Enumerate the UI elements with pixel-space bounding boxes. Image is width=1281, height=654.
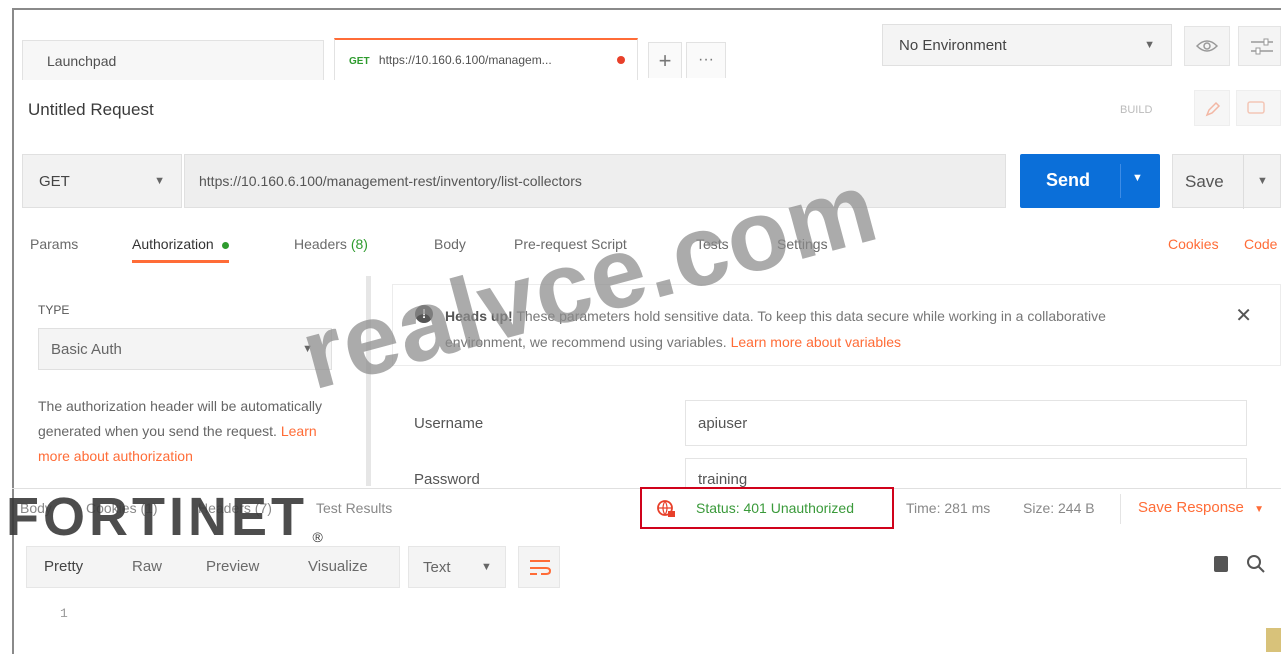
- status-text: Status: 401 Unauthorized: [696, 500, 854, 516]
- chevron-down-icon[interactable]: ▼: [1132, 172, 1143, 184]
- registered-mark: ®: [312, 529, 323, 545]
- environment-select[interactable]: No Environment ▼: [882, 24, 1172, 66]
- method-select[interactable]: GET ▼: [22, 154, 182, 208]
- globe-lock-icon: [657, 500, 675, 517]
- code-link[interactable]: Code: [1244, 236, 1277, 252]
- tab-headers-label: Headers: [294, 236, 347, 252]
- tab-method: GET: [349, 56, 370, 67]
- tab-launchpad-label: Launchpad: [47, 53, 117, 69]
- copy-icon[interactable]: [1214, 556, 1228, 572]
- environment-label: No Environment: [899, 37, 1007, 54]
- format-value: Text: [423, 559, 451, 576]
- auth-type-label: TYPE: [38, 303, 70, 317]
- plus-icon: +: [658, 48, 672, 73]
- username-label: Username: [414, 415, 484, 432]
- tab-headers[interactable]: Headers (8): [294, 236, 368, 252]
- new-tab-button[interactable]: +: [648, 42, 682, 78]
- tab-body[interactable]: Body: [434, 236, 466, 252]
- url-value: https://10.160.6.100/management-rest/inv…: [199, 173, 582, 189]
- environment-quick-look-button[interactable]: [1184, 26, 1230, 66]
- response-divider-vertical: [1120, 494, 1121, 524]
- response-size: Size: 244 B: [1023, 500, 1095, 516]
- request-title[interactable]: Untitled Request: [28, 100, 154, 120]
- view-raw-button[interactable]: Raw: [132, 546, 162, 588]
- pencil-icon: [1205, 101, 1221, 117]
- edit-button[interactable]: [1194, 90, 1230, 126]
- send-dropdown-divider: [1120, 164, 1121, 198]
- build-mode-label[interactable]: BUILD: [1120, 104, 1152, 116]
- tab-url: https://10.160.6.100/managem...: [378, 53, 552, 67]
- chevron-down-icon: ▼: [1144, 39, 1155, 51]
- send-button[interactable]: Send ▼: [1020, 154, 1160, 208]
- brand-logo-text: FORTINET: [6, 487, 308, 547]
- wrap-lines-button[interactable]: [518, 546, 560, 588]
- save-divider: [1243, 155, 1244, 209]
- save-response-label: Save Response: [1138, 499, 1244, 516]
- active-dot-icon: [221, 241, 229, 249]
- view-visualize-button[interactable]: Visualize: [308, 546, 368, 588]
- comment-icon: [1247, 101, 1265, 114]
- save-label: Save: [1185, 172, 1224, 191]
- wrap-lines-icon: [530, 560, 551, 575]
- cookies-link[interactable]: Cookies: [1168, 236, 1219, 252]
- view-preview-button[interactable]: Preview: [206, 546, 259, 588]
- tab-launchpad[interactable]: Launchpad: [22, 40, 324, 80]
- chevron-down-icon: ▼: [481, 561, 492, 573]
- chevron-down-icon[interactable]: ▼: [1257, 175, 1268, 187]
- save-response-button[interactable]: Save Response ▼: [1138, 499, 1264, 516]
- settings-sliders-button[interactable]: [1238, 26, 1281, 66]
- view-pretty-button[interactable]: Pretty: [44, 546, 83, 588]
- auth-type-select[interactable]: Basic Auth ▼: [38, 328, 332, 370]
- line-number: 1: [60, 606, 68, 621]
- unsaved-dot-icon: [617, 56, 625, 64]
- search-icon[interactable]: [1246, 554, 1266, 574]
- close-icon[interactable]: ✕: [1235, 303, 1252, 328]
- chevron-down-icon: ▼: [154, 175, 165, 187]
- password-label: Password: [414, 471, 480, 488]
- chevron-down-icon: ▼: [1254, 504, 1264, 515]
- comments-button[interactable]: [1236, 90, 1281, 126]
- auth-description: The authorization header will be automat…: [38, 394, 328, 484]
- warning-learn-more-link[interactable]: Learn more about variables: [731, 334, 901, 350]
- tab-authorization[interactable]: Authorization: [132, 236, 229, 263]
- status-highlight-box: Status: 401 Unauthorized: [640, 487, 894, 529]
- tab-active-request[interactable]: GET https://10.160.6.100/managem...: [334, 38, 638, 80]
- response-time: Time: 281 ms: [906, 500, 991, 516]
- more-tabs-button[interactable]: ···: [686, 42, 726, 78]
- save-button[interactable]: Save ▼: [1172, 154, 1281, 209]
- url-input[interactable]: https://10.160.6.100/management-rest/inv…: [184, 154, 1006, 208]
- response-tab-test-results[interactable]: Test Results: [316, 500, 392, 516]
- username-value: apiuser: [698, 415, 748, 432]
- method-label: GET: [39, 173, 70, 190]
- auth-type-value: Basic Auth: [51, 341, 122, 358]
- brand-watermark: FORTINET ®: [6, 489, 323, 545]
- ellipsis-icon: ···: [698, 51, 714, 68]
- tab-authorization-label: Authorization: [132, 236, 214, 252]
- format-select[interactable]: Text ▼: [408, 546, 506, 588]
- username-field[interactable]: apiuser: [685, 400, 1247, 446]
- tab-params[interactable]: Params: [30, 236, 78, 252]
- password-field[interactable]: training: [685, 458, 1247, 488]
- eye-icon: [1196, 40, 1218, 52]
- auth-description-text: The authorization header will be automat…: [38, 398, 323, 439]
- sliders-icon: [1251, 38, 1273, 55]
- password-value: training: [698, 471, 748, 488]
- editor-scrollbar-thumb[interactable]: [1266, 628, 1281, 652]
- tab-headers-count: (8): [350, 236, 368, 252]
- send-label: Send: [1046, 170, 1091, 190]
